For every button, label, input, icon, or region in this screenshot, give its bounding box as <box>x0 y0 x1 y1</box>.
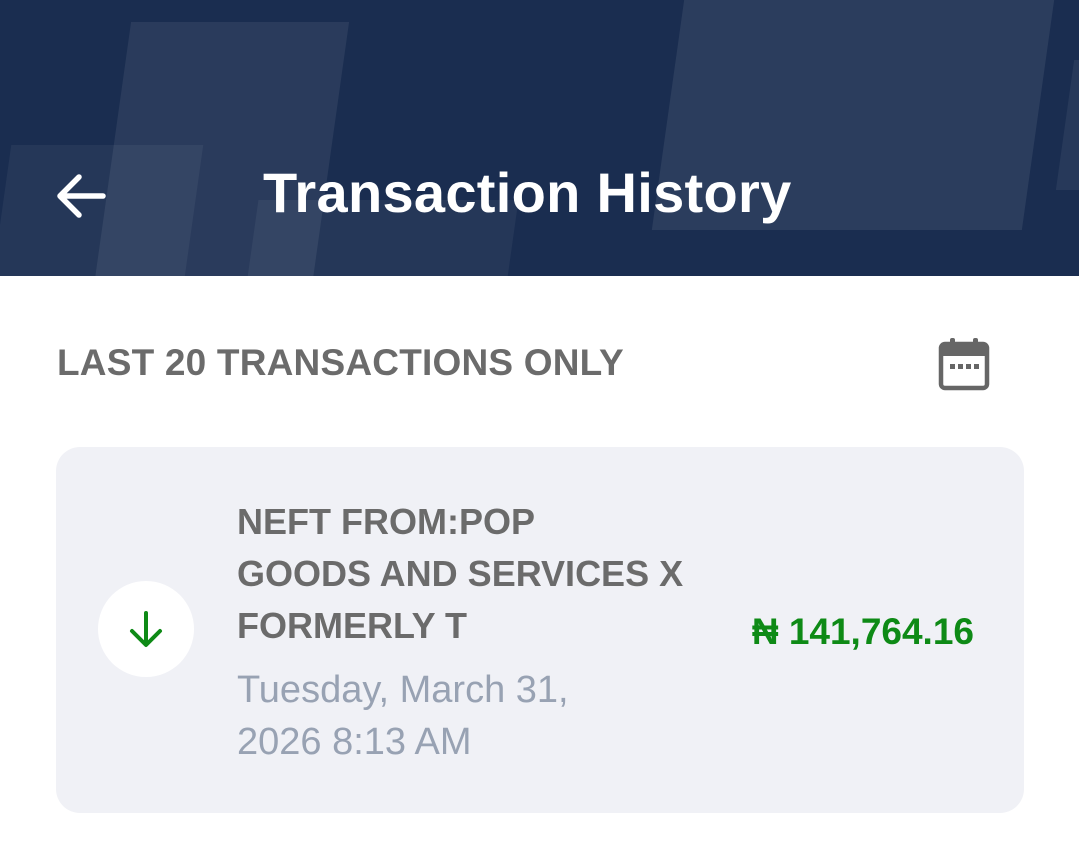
app-header: Transaction History <box>0 0 1079 276</box>
calendar-filter-button[interactable] <box>934 334 994 394</box>
transaction-description: NEFT FROM:POP GOODS AND SERVICES X FORME… <box>237 496 737 652</box>
back-button[interactable] <box>44 160 116 232</box>
description-line: GOODS AND SERVICES X <box>237 553 684 594</box>
page-title: Transaction History <box>263 161 792 224</box>
description-line: FORMERLY T <box>237 605 468 646</box>
transaction-direction-badge <box>98 581 194 677</box>
date-line: 2026 8:13 AM <box>237 721 472 763</box>
arrow-down-icon <box>130 611 162 647</box>
transactions-limit-label: LAST 20 TRANSACTIONS ONLY <box>57 342 624 383</box>
header-decoration <box>1055 60 1079 190</box>
date-line: Tuesday, March 31, <box>237 669 569 711</box>
calendar-icon <box>938 338 990 391</box>
transaction-history-screen: Transaction History LAST 20 TRANSACTIONS… <box>0 0 1079 845</box>
transaction-amount: ₦ 141,764.16 <box>751 611 974 652</box>
arrow-left-icon <box>57 174 106 218</box>
transaction-date: Tuesday, March 31, 2026 8:13 AM <box>237 664 667 768</box>
description-line: NEFT FROM:POP <box>237 501 535 542</box>
transaction-card[interactable]: NEFT FROM:POP GOODS AND SERVICES X FORME… <box>56 447 1024 813</box>
